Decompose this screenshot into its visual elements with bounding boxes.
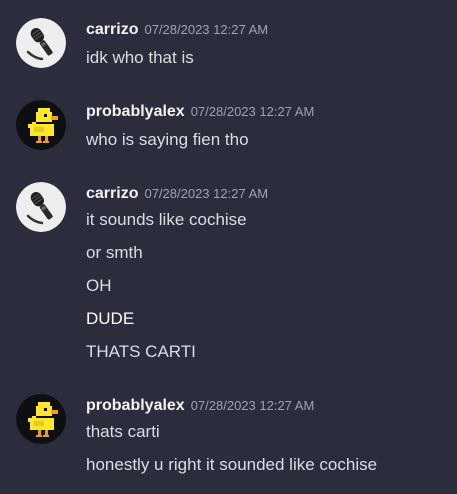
message-header: carrizo 07/28/2023 12:27 AM <box>86 20 268 40</box>
message-text: THATS CARTI <box>86 342 196 361</box>
message-text: honestly u right it sounded like cochise <box>86 455 378 474</box>
microphone-icon <box>16 182 66 232</box>
avatar[interactable] <box>16 18 66 68</box>
message-header: carrizo 07/28/2023 12:27 AM <box>86 184 268 204</box>
username[interactable]: carrizo <box>86 185 138 202</box>
message-text: DUDE <box>86 309 135 328</box>
message-header: probablyalex 07/28/2023 12:27 AM <box>86 396 314 416</box>
chat-message-list: carrizo 07/28/2023 12:27 AM idk who that … <box>0 0 457 494</box>
avatar[interactable] <box>16 394 66 444</box>
pixel-duck-icon <box>16 394 66 444</box>
timestamp: 07/28/2023 12:27 AM <box>144 186 269 201</box>
message-text: idk who that is <box>86 48 194 67</box>
username[interactable]: probablyalex <box>86 397 185 414</box>
username[interactable]: probablyalex <box>86 103 185 120</box>
message-text: who is saying fien tho <box>86 130 249 149</box>
pixel-duck-icon <box>16 100 66 150</box>
message-text: thats carti <box>86 422 160 441</box>
message-header: probablyalex 07/28/2023 12:27 AM <box>86 102 314 122</box>
message-text: it sounds like cochise <box>86 210 247 229</box>
timestamp: 07/28/2023 12:27 AM <box>190 398 315 413</box>
avatar[interactable] <box>16 182 66 232</box>
message-text: OH <box>86 276 112 295</box>
message-text: or smth <box>86 243 143 262</box>
timestamp: 07/28/2023 12:27 AM <box>144 22 269 37</box>
timestamp: 07/28/2023 12:27 AM <box>190 104 315 119</box>
username[interactable]: carrizo <box>86 21 138 38</box>
microphone-icon <box>16 18 66 68</box>
avatar[interactable] <box>16 100 66 150</box>
